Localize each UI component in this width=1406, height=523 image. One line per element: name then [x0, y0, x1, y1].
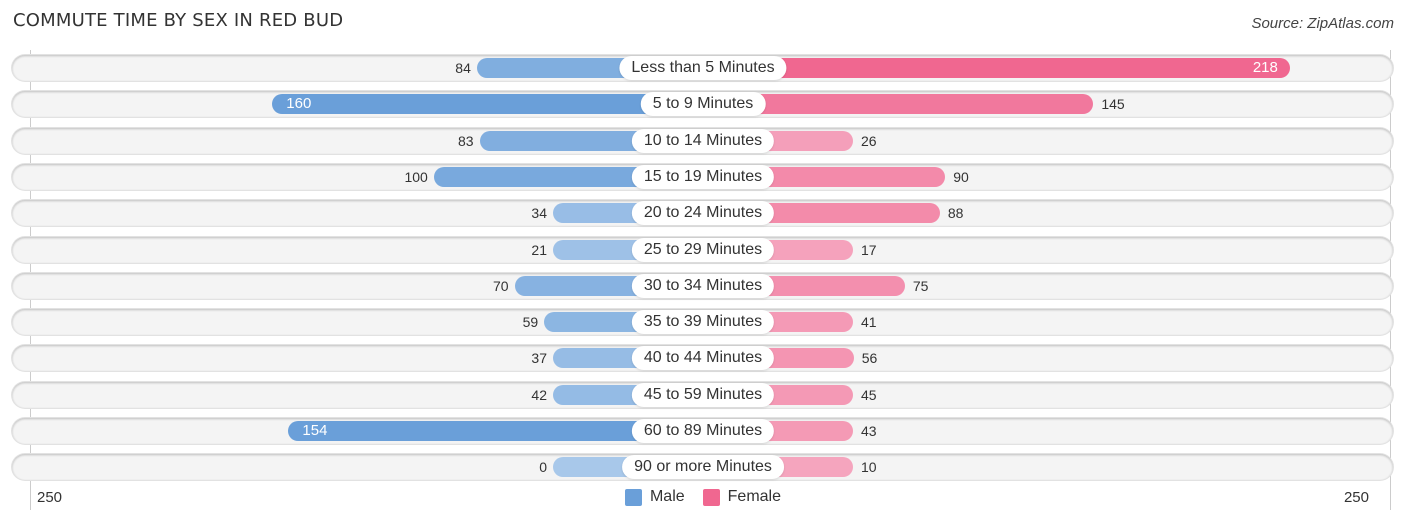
- value-label-male: 42: [531, 386, 547, 403]
- value-label-male: 100: [404, 168, 428, 185]
- value-label-male: 21: [531, 241, 547, 258]
- category-label: 15 to 19 Minutes: [631, 164, 775, 189]
- value-label-female: 43: [861, 423, 877, 439]
- legend-swatch-female: [702, 488, 720, 506]
- legend-label-male: Male: [649, 488, 685, 505]
- value-label-female: 90: [953, 168, 969, 185]
- category-label: 5 to 9 Minutes: [640, 92, 766, 117]
- value-label-female: 10: [861, 459, 877, 476]
- category-label: 20 to 24 Minutes: [631, 201, 775, 226]
- value-label-male: 84: [455, 60, 471, 76]
- category-label: 25 to 29 Minutes: [631, 237, 775, 262]
- value-label-female: 41: [861, 314, 877, 331]
- category-label: Less than 5 Minutes: [619, 56, 787, 80]
- value-label-male: 70: [492, 277, 509, 294]
- category-label: 90 or more Minutes: [622, 455, 784, 480]
- value-label-female: 26: [861, 132, 877, 149]
- value-label-male: 37: [531, 350, 547, 367]
- value-label-male: 83: [458, 132, 474, 149]
- legend-item-male[interactable]: Male: [624, 488, 685, 506]
- legend-swatch-male: [624, 488, 642, 506]
- value-label-female: 17: [861, 241, 877, 258]
- value-label-male: 160: [286, 95, 312, 113]
- category-label: 30 to 34 Minutes: [631, 273, 775, 298]
- legend: Male Female: [0, 488, 1406, 506]
- value-label-female: 145: [1101, 96, 1125, 113]
- legend-label-female: Female: [727, 488, 782, 505]
- value-label-male: 154: [302, 422, 328, 439]
- value-label-female: 56: [861, 350, 878, 367]
- category-label: 10 to 14 Minutes: [631, 128, 775, 153]
- category-label: 35 to 39 Minutes: [631, 310, 775, 335]
- category-label: 40 to 44 Minutes: [631, 346, 775, 371]
- category-label: 45 to 59 Minutes: [631, 382, 775, 407]
- bar-male[interactable]: [272, 94, 703, 115]
- value-label-female: 45: [861, 386, 877, 403]
- chart-area: 84 218 Less than 5 Minutes 160 145 5 to 9 Min…: [0, 0, 1406, 523]
- value-label-male: 34: [531, 205, 547, 222]
- value-label-male: 59: [522, 314, 539, 331]
- category-label: 60 to 89 Minutes: [631, 419, 775, 443]
- value-label-male: 0: [539, 459, 547, 476]
- value-label-female: 218: [1252, 59, 1278, 76]
- value-label-female: 75: [912, 277, 929, 294]
- bar-female[interactable]: [703, 58, 1290, 78]
- legend-item-female[interactable]: Female: [702, 488, 782, 506]
- value-label-female: 88: [947, 205, 964, 222]
